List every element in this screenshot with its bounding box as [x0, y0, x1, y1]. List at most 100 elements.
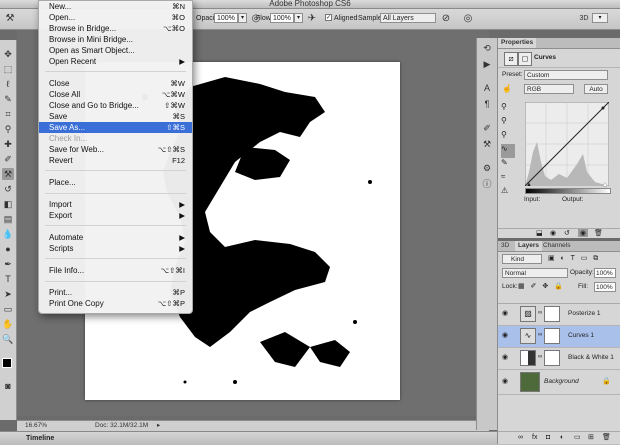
zoom-tool-icon[interactable]: 🔍 [2, 333, 14, 345]
lock-icons[interactable]: ▦ ✐ ✥ 🔒 [518, 282, 565, 290]
pen-tool-icon[interactable]: ✒ [2, 258, 14, 270]
menu-item-browse-in-bridge[interactable]: Browse in Bridge... ⌥⌘O [39, 23, 192, 34]
delete-adjustment-icon[interactable]: 🗑 [594, 229, 603, 237]
flow-input[interactable]: 100% [270, 13, 294, 23]
menu-item-export[interactable]: Export ▶ [39, 210, 192, 221]
mask-icon[interactable]: ◻ [518, 52, 532, 66]
sample-select[interactable]: All Layers [380, 13, 436, 23]
menu-item-place[interactable]: Place... [39, 177, 192, 188]
brush-tool-icon[interactable]: ✐ [2, 153, 14, 165]
layer-visibility-icon[interactable]: ◉ [501, 310, 509, 318]
brush-presets-icon[interactable]: ✐ [481, 122, 493, 134]
timeline-tab[interactable]: Timeline [26, 432, 54, 445]
foreground-color-swatch[interactable] [2, 358, 12, 368]
curves-graph[interactable] [525, 102, 609, 186]
menu-item-save-as[interactable]: Save As... ⇧⌘S [39, 122, 192, 133]
layer-row[interactable]: ◉ ▨ ∞ Posterize 1 [498, 304, 620, 326]
workspace-dropdown[interactable]: ▾ [592, 13, 608, 23]
clone-source-icon[interactable]: ⚒ [481, 138, 493, 150]
layer-visibility-icon[interactable]: ◉ [501, 378, 509, 386]
blur-tool-icon[interactable]: 💧 [2, 228, 14, 240]
link-layers-icon[interactable]: ∞ [518, 432, 523, 444]
eraser-tool-icon[interactable]: ◧ [2, 198, 14, 210]
menu-item-open-recent[interactable]: Open Recent ▶ [39, 56, 192, 67]
smooth-curve-icon[interactable]: ≈ [501, 172, 515, 186]
flow-dropdown[interactable]: ▾ [294, 13, 303, 23]
menu-item-browse-in-mini-bridge[interactable]: Browse in Mini Bridge... [39, 34, 192, 45]
menu-item-import[interactable]: Import ▶ [39, 199, 192, 210]
tab-layers[interactable]: Layers [515, 241, 542, 251]
menu-item-save[interactable]: Save ⌘S [39, 111, 192, 122]
new-group-icon[interactable]: ▭ [574, 432, 581, 444]
clone-stamp-tool-icon[interactable]: ⚒ [2, 168, 14, 180]
layer-mask-thumbnail[interactable] [544, 306, 560, 322]
pencil-curve-icon[interactable]: ✎ [501, 158, 515, 172]
layer-visibility-icon[interactable]: ◉ [501, 332, 509, 340]
healing-brush-tool-icon[interactable]: ✚ [2, 138, 14, 150]
visibility-icon[interactable]: ◉ [578, 229, 588, 237]
black-point-slider[interactable]: ▲ [526, 182, 532, 188]
eyedropper-gray-icon[interactable]: ⚲ [501, 116, 515, 130]
quick-mask-icon[interactable]: ◙ [2, 380, 14, 392]
marquee-tool-icon[interactable]: ⬚ [2, 63, 14, 75]
clip-to-layer-icon[interactable]: ⬓ [536, 229, 543, 237]
info-icon[interactable]: ⓘ [481, 178, 493, 190]
character-icon[interactable]: A [481, 82, 493, 94]
layer-style-icon[interactable]: fx [532, 432, 537, 444]
type-tool-icon[interactable]: T [2, 273, 14, 285]
layer-opacity-input[interactable]: 100% [594, 268, 616, 278]
quick-selection-tool-icon[interactable]: ✎ [2, 93, 14, 105]
actions-icon[interactable]: ▶ [481, 58, 493, 70]
eyedropper-tool-icon[interactable]: ⚲ [2, 123, 14, 135]
layer-mask-thumbnail[interactable] [544, 350, 560, 366]
layer-name[interactable]: Curves 1 [568, 332, 594, 339]
fill-input[interactable]: 100% [594, 282, 616, 292]
layer-name[interactable]: Black & White 1 [568, 354, 614, 361]
curve-point-icon[interactable]: ∿ [501, 144, 515, 158]
shape-tool-icon[interactable]: ▭ [2, 303, 14, 315]
layer-row[interactable]: ◉ Background 🔒 [498, 370, 620, 395]
gradient-tool-icon[interactable]: ▤ [2, 213, 14, 225]
paragraph-icon[interactable]: ¶ [481, 98, 493, 110]
menu-item-open[interactable]: Open... ⌘O [39, 12, 192, 23]
eyedropper-black-icon[interactable]: ⚲ [501, 102, 515, 116]
background-thumbnail[interactable] [520, 372, 540, 392]
menu-item-close[interactable]: Close ⌘W [39, 78, 192, 89]
filter-kind-select[interactable]: Kind [502, 254, 542, 264]
menu-item-print[interactable]: Print... ⌘P [39, 287, 192, 298]
new-layer-icon[interactable]: ⊞ [588, 432, 594, 444]
menu-item-revert[interactable]: Revert F12 [39, 155, 192, 166]
crop-tool-icon[interactable]: ⌗ [2, 108, 14, 120]
reset-icon[interactable]: ↺ [564, 229, 570, 237]
dodge-tool-icon[interactable]: ● [2, 243, 14, 255]
layer-row[interactable]: ◉ ∿ ∞ Curves 1 [498, 326, 620, 348]
menu-item-close-all[interactable]: Close All ⌥⌘W [39, 89, 192, 100]
new-adjustment-icon[interactable]: ◐ [560, 432, 564, 444]
move-tool-icon[interactable]: ✥ [2, 48, 14, 60]
layer-row[interactable]: ◉ ∞ Black & White 1 [498, 348, 620, 370]
auto-button[interactable]: Auto [584, 84, 608, 94]
history-icon[interactable]: ⟲ [481, 42, 493, 54]
menu-item-print-one-copy[interactable]: Print One Copy ⌥⇧⌘P [39, 298, 192, 309]
pressure-size-icon[interactable]: ◎ [462, 13, 474, 25]
blend-mode-select[interactable]: Normal [502, 268, 568, 278]
properties-tab[interactable]: Properties [498, 38, 537, 48]
aligned-checkbox[interactable]: ✓ [325, 14, 332, 21]
menu-item-scripts[interactable]: Scripts ▶ [39, 243, 192, 254]
opacity-dropdown[interactable]: ▾ [238, 13, 247, 23]
layer-name[interactable]: Posterize 1 [568, 310, 601, 317]
airbrush-icon[interactable]: ✈ [306, 13, 318, 25]
delete-layer-icon[interactable]: 🗑 [602, 432, 611, 444]
workspace-3d[interactable]: 3D [578, 13, 590, 25]
menu-item-save-for-web[interactable]: Save for Web... ⌥⇧⌘S [39, 144, 192, 155]
lasso-tool-icon[interactable]: ℓ [2, 78, 14, 90]
menu-item-close-and-go-to-bridge[interactable]: Close and Go to Bridge... ⇧⌘W [39, 100, 192, 111]
tab-3d[interactable]: 3D [498, 241, 512, 251]
opacity-input[interactable]: 100% [214, 13, 238, 23]
channel-select[interactable]: RGB [524, 84, 574, 94]
white-point-slider[interactable]: ▲ [602, 182, 608, 188]
tab-channels[interactable]: Channels [540, 241, 573, 251]
ignore-adjustment-layers-icon[interactable]: ⊘ [440, 13, 452, 25]
menu-item-new[interactable]: New... ⌘N [39, 1, 192, 12]
menu-item-file-info[interactable]: File Info... ⌥⇧⌘I [39, 265, 192, 276]
